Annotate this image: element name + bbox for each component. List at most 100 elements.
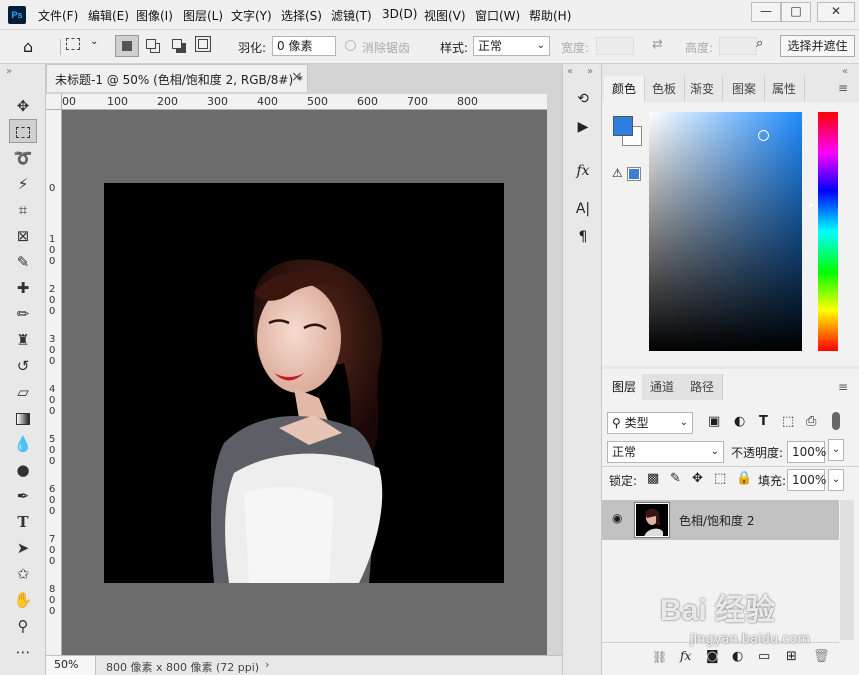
collapse-icon[interactable]: « (567, 66, 573, 77)
zoom-tool-icon[interactable]: ⚲ (9, 614, 37, 638)
new-layer-icon[interactable]: ⊞ (786, 649, 797, 664)
menu-file[interactable]: 文件(F) (38, 7, 78, 24)
pen-tool-icon[interactable]: ✒ (9, 484, 37, 508)
collapse-icon[interactable]: » (6, 66, 12, 77)
width-input[interactable] (596, 37, 634, 55)
type-tool-icon[interactable]: T (9, 510, 37, 534)
home-icon[interactable]: ⌂ (23, 37, 33, 56)
document-canvas[interactable] (104, 183, 504, 583)
panel-menu-icon[interactable]: ≡ (838, 81, 848, 95)
stamp-tool-icon[interactable]: ♜ (9, 328, 37, 352)
select-and-mask-button[interactable]: 选择并遮住 (780, 35, 855, 57)
history-panel-icon[interactable]: ⟲ (571, 88, 595, 110)
brush-tool-icon[interactable]: ✏ (9, 302, 37, 326)
smart-object-filter-icon[interactable]: ⎙ (806, 414, 816, 429)
tab-channels[interactable]: 通道 (642, 374, 684, 400)
lock-artboard-icon[interactable]: ⬚ (714, 471, 726, 486)
layer-filter-select[interactable]: ⚲ 类型 ⌄ (607, 412, 693, 434)
opacity-input[interactable]: 100% (787, 441, 826, 463)
menu-view[interactable]: 视图(V) (424, 7, 466, 24)
history-brush-tool-icon[interactable]: ↺ (9, 354, 37, 378)
color-picker-field[interactable] (649, 112, 802, 351)
menu-filter[interactable]: 滤镜(T) (331, 7, 372, 24)
gradient-tool-icon[interactable] (9, 406, 37, 430)
style-select[interactable]: 正常 ⌄ (473, 36, 550, 56)
frame-tool-icon[interactable]: ⊠ (9, 224, 37, 248)
pixel-filter-icon[interactable]: ▣ (708, 414, 720, 429)
lock-transparency-icon[interactable]: ▩ (647, 471, 659, 486)
tab-swatches[interactable]: 色板 (644, 76, 686, 102)
eraser-tool-icon[interactable]: ▱ (9, 380, 37, 404)
swap-icon[interactable]: ⇄ (652, 37, 663, 52)
add-selection-icon[interactable] (146, 39, 156, 49)
actions-play-icon[interactable]: ▶ (571, 116, 595, 138)
adjustment-layer-icon[interactable]: ◐ (732, 649, 743, 664)
tab-patterns[interactable]: 图案 (724, 76, 766, 102)
character-panel-icon[interactable]: A| (571, 198, 595, 220)
eyedropper-tool-icon[interactable]: ✎ (9, 250, 37, 274)
collapse-icon[interactable]: « (842, 66, 848, 77)
panel-menu-icon[interactable]: ≡ (838, 380, 848, 394)
fill-input[interactable]: 100% (787, 469, 826, 491)
intersect-selection-icon[interactable] (195, 36, 211, 52)
crop-tool-icon[interactable]: ⌗ (9, 198, 37, 222)
close-window-button[interactable]: ✕ (817, 2, 855, 22)
zoom-level-field[interactable]: 50% (46, 656, 96, 675)
new-selection-icon[interactable] (115, 35, 139, 57)
menu-3d[interactable]: 3D(D) (382, 7, 417, 21)
fx-icon[interactable]: fx (680, 649, 691, 663)
color-cursor[interactable] (758, 130, 769, 141)
menu-select[interactable]: 选择(S) (281, 7, 322, 24)
new-group-icon[interactable]: ▭ (758, 649, 770, 664)
lock-pixels-icon[interactable]: ✎ (670, 471, 681, 486)
type-filter-icon[interactable]: T (759, 414, 768, 429)
menu-edit[interactable]: 编辑(E) (88, 7, 129, 24)
tab-gradients[interactable]: 渐变 (682, 76, 724, 102)
menu-help[interactable]: 帮助(H) (529, 7, 571, 24)
delete-layer-icon[interactable]: 🗑 (813, 649, 830, 664)
paragraph-panel-icon[interactable]: ¶ (571, 226, 595, 248)
healing-tool-icon[interactable]: ✚ (9, 276, 37, 300)
menu-type[interactable]: 文字(Y) (231, 7, 272, 24)
chevron-down-icon[interactable]: ⌄ (828, 439, 844, 461)
lock-all-icon[interactable]: 🔒 (736, 471, 752, 486)
websafe-color-swatch[interactable] (627, 167, 641, 181)
restore-button[interactable]: □ (781, 2, 811, 22)
menu-layer[interactable]: 图层(L) (183, 7, 223, 24)
filter-toggle[interactable] (832, 412, 840, 430)
move-tool-icon[interactable]: ✥ (9, 94, 37, 118)
lasso-tool-icon[interactable]: ➰ (9, 146, 37, 170)
fx-styles-icon[interactable]: fx (571, 160, 595, 182)
minimize-button[interactable]: — (751, 2, 781, 22)
blend-mode-select[interactable]: 正常 ⌄ (607, 441, 724, 463)
hand-tool-icon[interactable]: ✋ (9, 588, 37, 612)
adjustment-filter-icon[interactable]: ◐ (734, 414, 745, 429)
expand-icon[interactable]: » (587, 66, 593, 77)
link-layers-icon[interactable]: ⛓ (652, 650, 667, 664)
marquee-tool-icon[interactable] (9, 119, 37, 143)
menu-window[interactable]: 窗口(W) (475, 7, 520, 24)
add-mask-icon[interactable]: ◙ (706, 649, 719, 664)
menu-image[interactable]: 图像(I) (136, 7, 173, 24)
marquee-preset-icon[interactable] (66, 38, 80, 50)
chevron-right-icon[interactable]: › (265, 658, 269, 671)
tab-paths[interactable]: 路径 (682, 374, 724, 400)
feather-input[interactable]: 0 像素 (272, 36, 336, 56)
document-tab[interactable]: 未标题-1 @ 50% (色相/饱和度 2, RGB/8#) * × (46, 64, 308, 92)
foreground-color-swatch[interactable] (613, 116, 633, 136)
tab-color[interactable]: 颜色 (604, 76, 646, 102)
tab-properties[interactable]: 属性 (764, 76, 806, 102)
height-input[interactable] (719, 37, 757, 55)
layers-scrollbar[interactable] (840, 500, 854, 640)
magic-wand-tool-icon[interactable]: ⚡ (9, 172, 37, 196)
tab-layers[interactable]: 图层 (604, 374, 646, 400)
hue-slider-handle[interactable]: ▶ (809, 201, 814, 209)
close-tab-icon[interactable]: × (291, 69, 303, 85)
shape-tool-icon[interactable]: ✩ (9, 562, 37, 586)
more-tools-icon[interactable]: ⋯ (9, 640, 37, 664)
eye-icon[interactable]: ◉ (612, 511, 622, 525)
path-select-tool-icon[interactable]: ➤ (9, 536, 37, 560)
search-icon[interactable]: ⌕ (756, 36, 763, 51)
warning-icon[interactable]: ⚠ (612, 166, 623, 180)
shape-filter-icon[interactable]: ⬚ (782, 414, 794, 429)
